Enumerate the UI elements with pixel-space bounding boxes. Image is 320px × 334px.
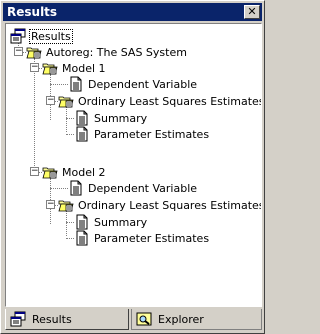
window-title: Results	[7, 5, 58, 19]
collapse-toggle-ols-2[interactable]: −	[46, 200, 55, 209]
tree-node-summary-2[interactable]: Summary	[74, 214, 148, 230]
tree-connector	[50, 84, 68, 85]
tree-node-label: Summary	[94, 111, 148, 125]
results-window-icon	[10, 311, 26, 327]
tree-node-parameter-estimates-2[interactable]: Parameter Estimates	[74, 230, 210, 246]
open-folder-icon	[58, 197, 74, 213]
output-document-icon	[68, 180, 84, 196]
output-document-icon	[74, 230, 90, 246]
tree-node-label: Ordinary Least Squares Estimates	[78, 198, 262, 212]
tree-node-label: Dependent Variable	[88, 181, 198, 195]
tree-connector	[66, 238, 74, 239]
collapse-toggle-autoreg[interactable]: −	[14, 47, 23, 56]
open-folder-icon	[26, 44, 42, 60]
collapse-toggle-ols-1[interactable]: −	[46, 96, 55, 105]
tree-node-summary-1[interactable]: Summary	[74, 110, 148, 126]
output-document-icon	[74, 110, 90, 126]
tree-node-dependent-variable-1[interactable]: Dependent Variable	[68, 76, 198, 92]
tab-results[interactable]: Results	[5, 309, 129, 330]
collapse-toggle-model-2[interactable]: −	[30, 167, 39, 176]
output-document-icon	[68, 76, 84, 92]
tab-label: Results	[32, 312, 72, 326]
tree-connector	[50, 188, 68, 189]
tree-node-label: Autoreg: The SAS System	[46, 45, 187, 59]
tree-connector	[66, 134, 74, 135]
results-window-icon	[10, 28, 26, 44]
tree-connector	[34, 58, 35, 172]
close-icon: ✕	[247, 5, 257, 18]
results-tree: Results − Autoreg: The SAS System − Mode…	[6, 24, 261, 306]
tree-node-label: Ordinary Least Squares Estimates	[78, 94, 262, 108]
tree-node-label: Summary	[94, 215, 148, 229]
results-tree-panel: Results − Autoreg: The SAS System − Mode…	[5, 23, 262, 307]
tree-node-label: Results	[29, 28, 73, 44]
tree-node-label: Parameter Estimates	[94, 231, 210, 245]
open-folder-icon	[42, 164, 58, 180]
tree-node-label: Parameter Estimates	[94, 127, 210, 141]
collapse-toggle-model-1[interactable]: −	[30, 63, 39, 72]
close-button[interactable]: ✕	[244, 5, 260, 19]
magnifier-icon	[136, 311, 152, 327]
tree-node-dependent-variable-2[interactable]: Dependent Variable	[68, 180, 198, 196]
open-folder-icon	[42, 60, 58, 76]
tree-node-results[interactable]: Results	[10, 28, 73, 44]
tree-connector	[66, 210, 67, 236]
tree-node-model-2[interactable]: Model 2	[42, 164, 107, 180]
tree-connector	[66, 222, 74, 223]
tree-node-parameter-estimates-1[interactable]: Parameter Estimates	[74, 126, 210, 142]
output-document-icon	[74, 214, 90, 230]
tree-connector	[66, 118, 74, 119]
tree-connector	[66, 106, 67, 132]
open-folder-icon	[58, 93, 74, 109]
tree-node-autoreg[interactable]: Autoreg: The SAS System	[26, 44, 188, 60]
window-tabs: Results Explorer	[5, 309, 262, 331]
tree-node-ols-2[interactable]: Ordinary Least Squares Estimates	[58, 197, 262, 213]
results-window: Results ✕ Results − Autoreg: The SAS Sys…	[0, 0, 265, 334]
tree-node-label: Model 2	[62, 165, 106, 179]
tree-node-label: Model 1	[62, 61, 106, 75]
tab-label: Explorer	[158, 312, 204, 326]
title-bar[interactable]: Results ✕	[3, 3, 262, 21]
tab-explorer[interactable]: Explorer	[131, 309, 262, 330]
tree-node-label: Dependent Variable	[88, 77, 198, 91]
tree-node-model-1[interactable]: Model 1	[42, 60, 107, 76]
tree-node-ols-1[interactable]: Ordinary Least Squares Estimates	[58, 93, 262, 109]
output-document-icon	[74, 126, 90, 142]
